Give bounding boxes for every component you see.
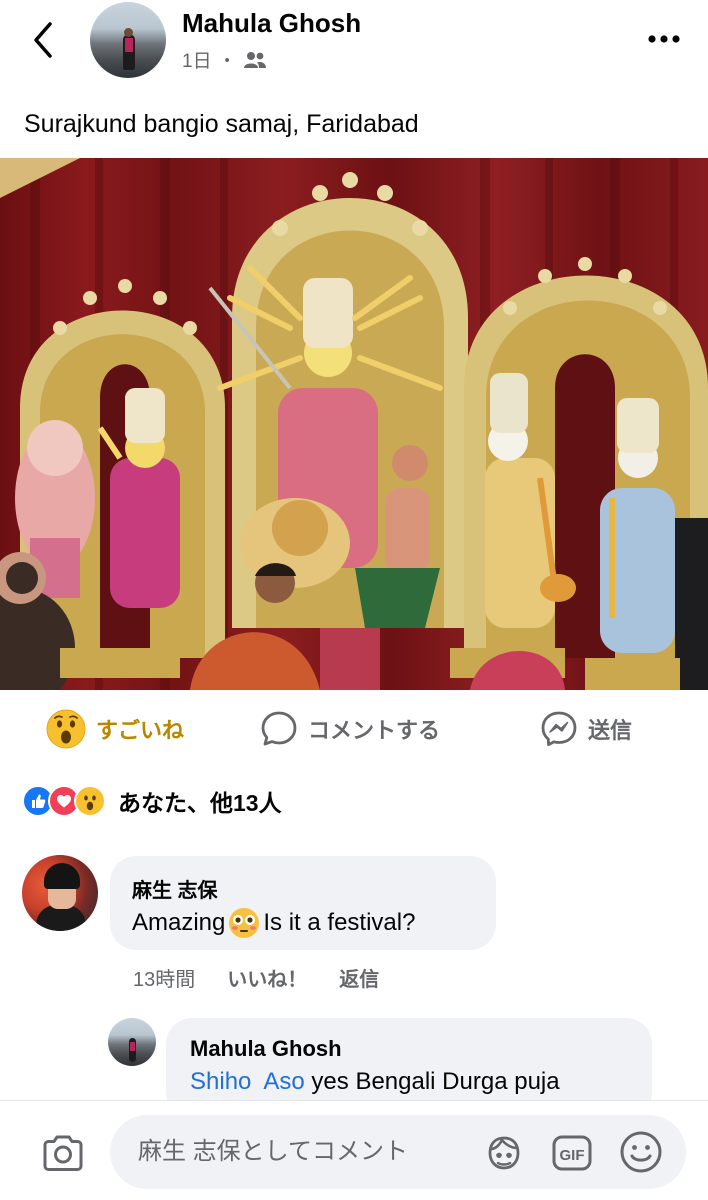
mention-last-name[interactable]: Aso <box>263 1068 304 1095</box>
post-time[interactable]: 1日 <box>182 46 212 73</box>
reply-author-name[interactable]: Mahula Ghosh <box>190 1036 342 1062</box>
durga-puja-idols-photo <box>0 158 708 690</box>
comment-like-button[interactable]: いいね！ <box>227 963 307 992</box>
flushed-face-icon <box>229 908 260 938</box>
meta-separator: ・ <box>217 51 237 72</box>
comment-time[interactable]: 13時間 <box>133 963 195 992</box>
comment-reply-button[interactable]: 返信 <box>339 963 379 992</box>
comment-meta: 13時間 いいね！ 返信 <box>133 963 379 992</box>
post-actions: すごいね コメントする 送信 <box>0 700 708 760</box>
comment-button[interactable]: コメントする <box>260 706 440 752</box>
reactions-count-text: あなた、他13人 <box>118 790 282 816</box>
post-meta: 1日 ・ <box>182 46 267 73</box>
emoji-icon[interactable] <box>618 1129 664 1175</box>
reply-author-avatar[interactable] <box>108 1018 156 1066</box>
reaction-label: すごいね <box>96 718 185 743</box>
messenger-icon <box>541 711 577 746</box>
commenter-avatar[interactable] <box>22 855 98 931</box>
comment-composer: GIF <box>0 1100 708 1200</box>
more-options-icon[interactable] <box>644 22 684 56</box>
friends-audience-icon <box>243 51 266 68</box>
post-photo[interactable] <box>0 158 708 690</box>
back-arrow-icon[interactable] <box>24 18 64 62</box>
comment-label: コメントする <box>308 718 441 743</box>
svg-text:GIF: GIF <box>560 1147 585 1164</box>
author-avatar[interactable] <box>90 2 166 78</box>
author-name[interactable]: Mahula Ghosh <box>182 8 361 39</box>
comment-input[interactable] <box>138 1115 478 1189</box>
wow-reaction-icon <box>46 709 86 749</box>
avatar-sticker-icon[interactable] <box>482 1131 526 1175</box>
wow-icon <box>74 785 106 817</box>
camera-icon[interactable] <box>40 1133 86 1173</box>
gif-icon[interactable]: GIF <box>550 1133 594 1173</box>
reply-body: yes Bengali Durga puja <box>304 1068 560 1095</box>
comment-input-wrapper: GIF <box>110 1115 686 1189</box>
commenter-name[interactable]: 麻生 志保 <box>132 874 218 903</box>
mention-first-name[interactable]: Shiho <box>190 1068 251 1095</box>
post-caption: Surajkund bangio samaj, Faridabad <box>24 110 419 138</box>
comment-text: Amazing Is it a festival? <box>132 906 415 940</box>
comment-text-before: Amazing <box>132 909 226 936</box>
comment-bubble-icon <box>261 711 297 746</box>
send-label: 送信 <box>588 718 633 743</box>
comment-text-after: Is it a festival? <box>263 909 416 936</box>
send-button[interactable]: 送信 <box>540 706 632 752</box>
post-header: Mahula Ghosh 1日 ・ <box>0 0 708 90</box>
reaction-button[interactable]: すごいね <box>46 706 184 752</box>
comment-bubble: 麻生 志保 Amazing Is it a festival? <box>110 856 496 950</box>
reactions-summary[interactable]: あなた、他13人 <box>22 784 282 818</box>
reply-text: Shiho Aso yes Bengali Durga puja <box>190 1068 560 1096</box>
reaction-icons <box>22 785 106 817</box>
